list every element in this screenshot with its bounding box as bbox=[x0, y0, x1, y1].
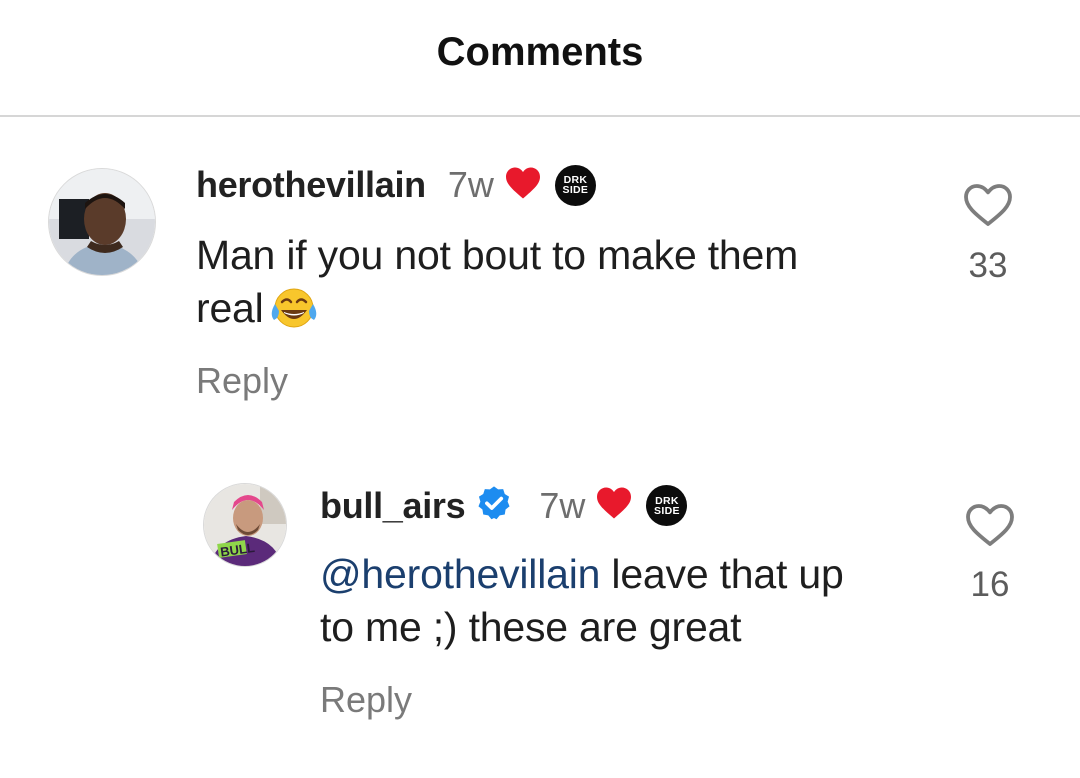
page-title: Comments bbox=[436, 30, 644, 74]
badge-text-line2: SIDE bbox=[562, 184, 589, 196]
comment-text-line: leave that up bbox=[600, 551, 844, 597]
comment-text-line-wrap: real bbox=[196, 282, 916, 343]
comments-header: Comments bbox=[0, 0, 1080, 117]
user-mention-link[interactable]: @herothevillain bbox=[320, 551, 600, 597]
comment-username[interactable]: bull_airs bbox=[320, 485, 466, 527]
comment-text: Man if you not bout to make them real bbox=[196, 229, 916, 343]
reply-button[interactable]: Reply bbox=[196, 360, 288, 402]
like-heart-icon[interactable] bbox=[962, 182, 1014, 233]
comment-username[interactable]: herothevillain bbox=[196, 164, 426, 206]
creator-avatar-badge-icon: DRK SIDE bbox=[554, 164, 596, 206]
badge-text-line2: SIDE bbox=[654, 504, 680, 517]
like-count: 16 bbox=[970, 565, 1010, 604]
verified-badge-icon bbox=[475, 484, 513, 527]
comment-timestamp: 7w bbox=[447, 164, 494, 205]
comment-text-line: real bbox=[196, 285, 264, 331]
badge-text-line1: DRK bbox=[655, 494, 679, 507]
comment-text-line: Man if you not bout to make them bbox=[196, 232, 799, 278]
avatar[interactable] bbox=[48, 168, 156, 276]
reply-button[interactable]: Reply bbox=[320, 679, 412, 721]
avatar[interactable]: BULL bbox=[203, 483, 287, 567]
comment-timestamp: 7w bbox=[539, 484, 586, 526]
comment-meta: bull_airs 7w DRK SIDE bbox=[320, 484, 688, 527]
comment-meta: herothevillain 7w DRK SIDE bbox=[196, 164, 596, 206]
comment-text: @herothevillain leave that up to me ;) t… bbox=[320, 548, 940, 654]
face-with-tears-of-joy-emoji-icon bbox=[268, 284, 320, 343]
like-count: 33 bbox=[968, 246, 1008, 285]
creator-liked-heart-icon bbox=[504, 166, 542, 205]
creator-avatar-badge-icon: DRK SIDE bbox=[646, 485, 688, 526]
like-heart-icon[interactable] bbox=[964, 502, 1016, 553]
comment-text-line: to me ;) these are great bbox=[320, 604, 742, 650]
comment-text-line-wrap: @herothevillain leave that up bbox=[320, 548, 940, 601]
creator-liked-heart-icon bbox=[595, 486, 633, 525]
